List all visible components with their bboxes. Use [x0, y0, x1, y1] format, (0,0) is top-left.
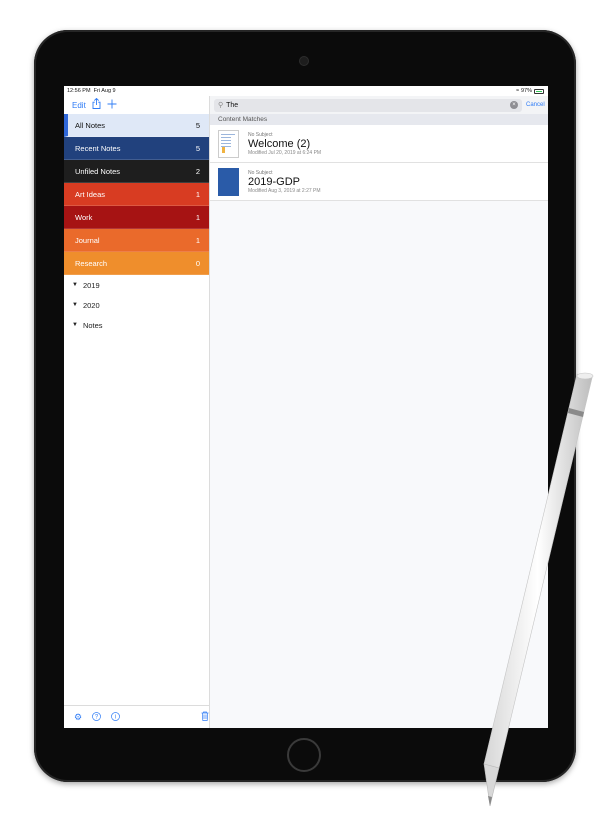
- apple-pencil: [483, 372, 594, 807]
